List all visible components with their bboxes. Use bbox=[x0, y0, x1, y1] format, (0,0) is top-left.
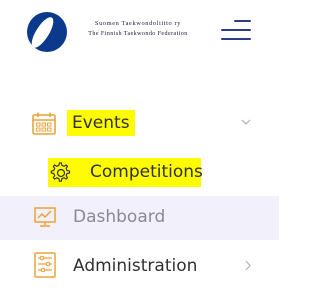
org-name-english: The Finnish Taekwondo Federation bbox=[88, 31, 188, 37]
sidebar-subitem-competitions[interactable]: Competitions bbox=[0, 150, 279, 190]
sidebar-item-dashboard[interactable]: Dashboard bbox=[0, 196, 279, 240]
sidebar-item-label: Dashboard bbox=[73, 207, 166, 227]
chevron-down-icon[interactable] bbox=[241, 115, 251, 130]
calendar-icon bbox=[31, 111, 57, 137]
app-header: Suomen Taekwondoliitto ry The Finnish Ta… bbox=[0, 0, 279, 64]
hamburger-bar bbox=[221, 38, 251, 40]
sidebar-item-events[interactable]: Events bbox=[0, 101, 279, 145]
sidebar-item-administration[interactable]: Administration bbox=[0, 246, 279, 290]
hamburger-bar bbox=[221, 29, 251, 31]
logo-swoosh bbox=[28, 13, 57, 52]
org-name-finnish: Suomen Taekwondoliitto ry bbox=[94, 20, 182, 27]
chart-icon bbox=[34, 206, 56, 228]
chevron-right-icon[interactable] bbox=[244, 260, 252, 275]
gear-icon bbox=[50, 162, 72, 184]
sidebar-item-label: Competitions bbox=[90, 162, 203, 182]
organization-name: Suomen Taekwondoliitto ry The Finnish Ta… bbox=[74, 18, 202, 40]
hamburger-bar bbox=[234, 20, 251, 22]
sidebar-item-label: Administration bbox=[73, 256, 198, 276]
federation-logo[interactable] bbox=[27, 12, 67, 52]
hamburger-menu-icon[interactable] bbox=[221, 19, 253, 43]
admin-panel-icon bbox=[34, 252, 56, 278]
sidebar-item-label: Events bbox=[67, 110, 135, 136]
